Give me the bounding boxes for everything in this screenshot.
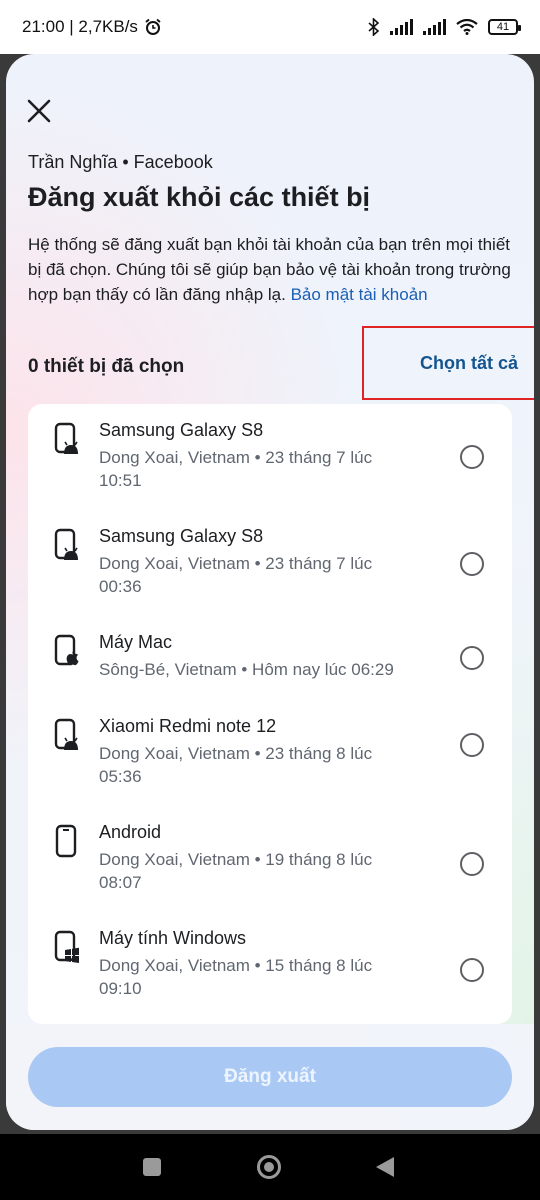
system-nav-bar <box>0 1134 540 1200</box>
device-row[interactable]: Máy tính Windows Dong Xoai, Vietnam • 15… <box>28 912 512 1024</box>
logout-button[interactable]: Đăng xuất <box>28 1047 512 1107</box>
wifi-icon <box>456 19 478 35</box>
device-name: Máy Mac <box>99 632 173 652</box>
signal-icon <box>390 19 413 35</box>
device-row[interactable]: Android Dong Xoai, Vietnam • 19 tháng 8 … <box>28 806 512 912</box>
selected-count: 0 thiết bị đã chọn <box>28 356 185 377</box>
device-meta: Dong Xoai, Vietnam • 19 tháng 8 lúc 08:0… <box>99 850 373 892</box>
apple-device-icon <box>54 634 79 666</box>
device-radio[interactable] <box>460 852 484 876</box>
back-button[interactable] <box>376 1157 394 1177</box>
device-row[interactable]: Xiaomi Redmi note 12 Dong Xoai, Vietnam … <box>28 700 512 806</box>
device-radio[interactable] <box>460 646 484 670</box>
device-radio[interactable] <box>460 958 484 982</box>
android-phone-icon <box>54 422 78 454</box>
home-button[interactable] <box>257 1155 281 1179</box>
device-meta: Dong Xoai, Vietnam • 23 tháng 7 lúc 00:3… <box>99 554 373 596</box>
select-all-button[interactable]: Chọn tất cả <box>362 326 534 400</box>
battery-level: 41 <box>496 21 510 33</box>
select-all-label: Chọn tất cả <box>419 352 518 373</box>
alarm-icon <box>145 18 161 35</box>
device-meta: Dong Xoai, Vietnam • 23 tháng 7 lúc 10:5… <box>99 448 373 490</box>
device-name: Xiaomi Redmi note 12 <box>99 716 277 736</box>
recent-apps-button[interactable] <box>143 1158 161 1176</box>
bluetooth-icon <box>368 18 380 36</box>
status-time: 21:00 | 2,7KB/s <box>22 17 138 36</box>
device-meta: Sông-Bé, Vietnam • Hôm nay lúc 06:29 <box>99 660 394 679</box>
device-name: Máy tính Windows <box>99 928 247 948</box>
device-radio[interactable] <box>460 445 484 469</box>
device-row[interactable]: Samsung Galaxy S8 Dong Xoai, Vietnam • 2… <box>28 510 512 616</box>
device-name: Android <box>99 822 162 842</box>
device-meta: Dong Xoai, Vietnam • 23 tháng 8 lúc 05:3… <box>99 744 373 786</box>
signal-icon-2 <box>423 19 446 35</box>
account-security-link[interactable]: Bảo mật tài khoản <box>291 285 428 304</box>
device-radio[interactable] <box>460 733 484 757</box>
page-title: Đăng xuất khỏi các thiết bị <box>28 182 371 212</box>
status-right: 41 <box>368 18 521 36</box>
description: Hệ thống sẽ đăng xuất bạn khỏi tài khoản… <box>28 232 518 307</box>
phone-icon <box>55 824 77 858</box>
battery-icon: 41 <box>488 19 521 35</box>
status-left: 21:00 | 2,7KB/s <box>22 17 162 37</box>
device-radio[interactable] <box>460 552 484 576</box>
logout-devices-sheet: Trần Nghĩa • Facebook Đăng xuất khỏi các… <box>6 54 534 1130</box>
close-icon[interactable] <box>22 94 56 128</box>
device-row[interactable]: Samsung Galaxy S8 Dong Xoai, Vietnam • 2… <box>28 404 512 510</box>
windows-device-icon <box>54 930 79 963</box>
android-phone-icon <box>54 718 78 750</box>
device-name: Samsung Galaxy S8 <box>99 420 264 440</box>
account-label: Trần Nghĩa • Facebook <box>28 152 213 172</box>
logout-button-label: Đăng xuất <box>224 1066 316 1087</box>
description-text: Hệ thống sẽ đăng xuất bạn khỏi tài khoản… <box>28 235 511 304</box>
device-row[interactable]: Máy Mac Sông-Bé, Vietnam • Hôm nay lúc 0… <box>28 616 512 700</box>
device-meta: Dong Xoai, Vietnam • 15 tháng 8 lúc 09:1… <box>99 956 373 998</box>
device-list: Samsung Galaxy S8 Dong Xoai, Vietnam • 2… <box>28 404 512 1024</box>
status-bar: 21:00 | 2,7KB/s 41 <box>0 0 540 54</box>
device-name: Samsung Galaxy S8 <box>99 526 264 546</box>
android-phone-icon <box>54 528 78 560</box>
